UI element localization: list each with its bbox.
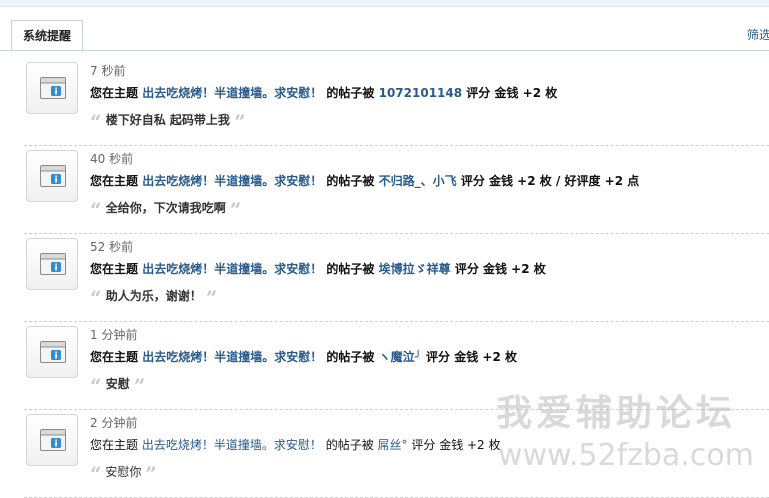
msg-rating: 评分 金钱 +2 枚 <box>454 262 546 276</box>
comment-text: 楼下好自私 起码带上我 <box>105 113 230 127</box>
msg-mid: 的帖子被 <box>326 350 375 364</box>
msg-mid: 的帖子被 <box>326 86 375 100</box>
msg-prefix: 您在主题 <box>90 438 139 452</box>
close-quote-icon: ” <box>229 198 242 222</box>
comment-text: 助人为乐，谢谢！ <box>105 289 202 303</box>
top-bar <box>0 0 769 7</box>
user-link[interactable]: 不归路_、小飞 <box>379 174 457 188</box>
topic-link[interactable]: 出去吃烧烤！半道撞墙。求安慰！ <box>142 350 322 364</box>
notice-icon <box>26 238 78 290</box>
tab-system-notice[interactable]: 系统提醒 <box>11 20 83 50</box>
notification-item: 7 秒前您在主题 出去吃烧烤！半道撞墙。求安慰！ 的帖子被 1072101148… <box>24 58 769 146</box>
notice-message: 您在主题 出去吃烧烤！半道撞墙。求安慰！ 的帖子被 不归路_、小飞 评分 金钱 … <box>90 172 639 189</box>
filter-link[interactable]: 筛选 <box>747 26 769 43</box>
notice-time: 2 分钟前 <box>90 416 138 430</box>
open-quote-icon: “ <box>90 374 102 398</box>
topic-link[interactable]: 出去吃烧烤！半道撞墙。求安慰！ <box>142 262 322 276</box>
close-quote-icon: ” <box>133 374 146 398</box>
notice-time: 40 秒前 <box>90 152 134 166</box>
notice-message: 您在主题 出去吃烧烤！半道撞墙。求安慰！ 的帖子被 1072101148 评分 … <box>90 84 557 101</box>
user-link[interactable]: ヽ魔泣╯ <box>379 350 422 364</box>
notification-item: 40 秒前您在主题 出去吃烧烤！半道撞墙。求安慰！ 的帖子被 不归路_、小飞 评… <box>24 146 769 234</box>
msg-rating: 评分 金钱 +2 枚 <box>426 350 517 364</box>
notice-comment: “ 楼下好自私 起码带上我 ” <box>90 110 246 134</box>
msg-prefix: 您在主题 <box>90 350 139 364</box>
notice-time: 52 秒前 <box>90 240 134 254</box>
notice-time: 7 秒前 <box>90 64 126 78</box>
notice-message: 您在主题 出去吃烧烤！半道撞墙。求安慰！ 的帖子被 屌丝° 评分 金钱 +2 枚 <box>90 436 501 453</box>
notice-icon <box>26 150 78 202</box>
notification-item: 52 秒前您在主题 出去吃烧烤！半道撞墙。求安慰！ 的帖子被 埃博拉ゞ祥尊 评分… <box>24 234 769 322</box>
user-link[interactable]: 屌丝° <box>378 438 408 452</box>
comment-text: 安慰你 <box>105 465 142 479</box>
msg-mid: 的帖子被 <box>325 438 374 452</box>
msg-prefix: 您在主题 <box>90 174 139 188</box>
msg-rating: 评分 金钱 +2 枚 <box>466 86 558 100</box>
msg-mid: 的帖子被 <box>326 174 375 188</box>
tab-bar: 系统提醒 筛选 <box>0 20 769 51</box>
user-link[interactable]: 埃博拉ゞ祥尊 <box>379 262 451 276</box>
notice-comment: “ 助人为乐，谢谢！ ” <box>90 286 217 310</box>
topic-link[interactable]: 出去吃烧烤！半道撞墙。求安慰！ <box>142 174 322 188</box>
msg-rating: 评分 金钱 +2 枚 / 好评度 +2 点 <box>460 174 640 188</box>
watermark: 我爱辅助论坛 <box>496 393 737 434</box>
msg-rating: 评分 金钱 +2 枚 <box>411 438 501 452</box>
comment-text: 安慰 <box>105 377 130 391</box>
msg-mid: 的帖子被 <box>326 262 375 276</box>
msg-prefix: 您在主题 <box>90 86 139 100</box>
notice-comment: “ 安慰你 ” <box>90 462 157 486</box>
notice-time: 1 分钟前 <box>90 328 138 342</box>
notice-icon <box>26 326 78 378</box>
close-quote-icon: ” <box>145 462 157 486</box>
user-link[interactable]: 1072101148 <box>379 86 463 100</box>
comment-text: 全给你，下次请我吃啊 <box>105 201 226 215</box>
notice-icon <box>26 62 78 114</box>
close-quote-icon: ” <box>205 286 218 310</box>
msg-prefix: 您在主题 <box>90 262 139 276</box>
watermark-url: www.52fzba.com <box>498 438 754 473</box>
topic-link[interactable]: 出去吃烧烤！半道撞墙。求安慰！ <box>142 438 322 452</box>
close-quote-icon: ” <box>234 110 246 134</box>
open-quote-icon: “ <box>90 286 102 310</box>
open-quote-icon: “ <box>90 110 102 134</box>
open-quote-icon: “ <box>90 462 102 486</box>
notice-comment: “ 安慰 ” <box>90 374 145 398</box>
open-quote-icon: “ <box>90 198 102 222</box>
notice-icon <box>26 414 78 466</box>
notice-message: 您在主题 出去吃烧烤！半道撞墙。求安慰！ 的帖子被 ヽ魔泣╯ 评分 金钱 +2 … <box>90 348 517 365</box>
topic-link[interactable]: 出去吃烧烤！半道撞墙。求安慰！ <box>142 86 322 100</box>
notice-message: 您在主题 出去吃烧烤！半道撞墙。求安慰！ 的帖子被 埃博拉ゞ祥尊 评分 金钱 +… <box>90 260 546 277</box>
notice-comment: “ 全给你，下次请我吃啊 ” <box>90 198 241 222</box>
